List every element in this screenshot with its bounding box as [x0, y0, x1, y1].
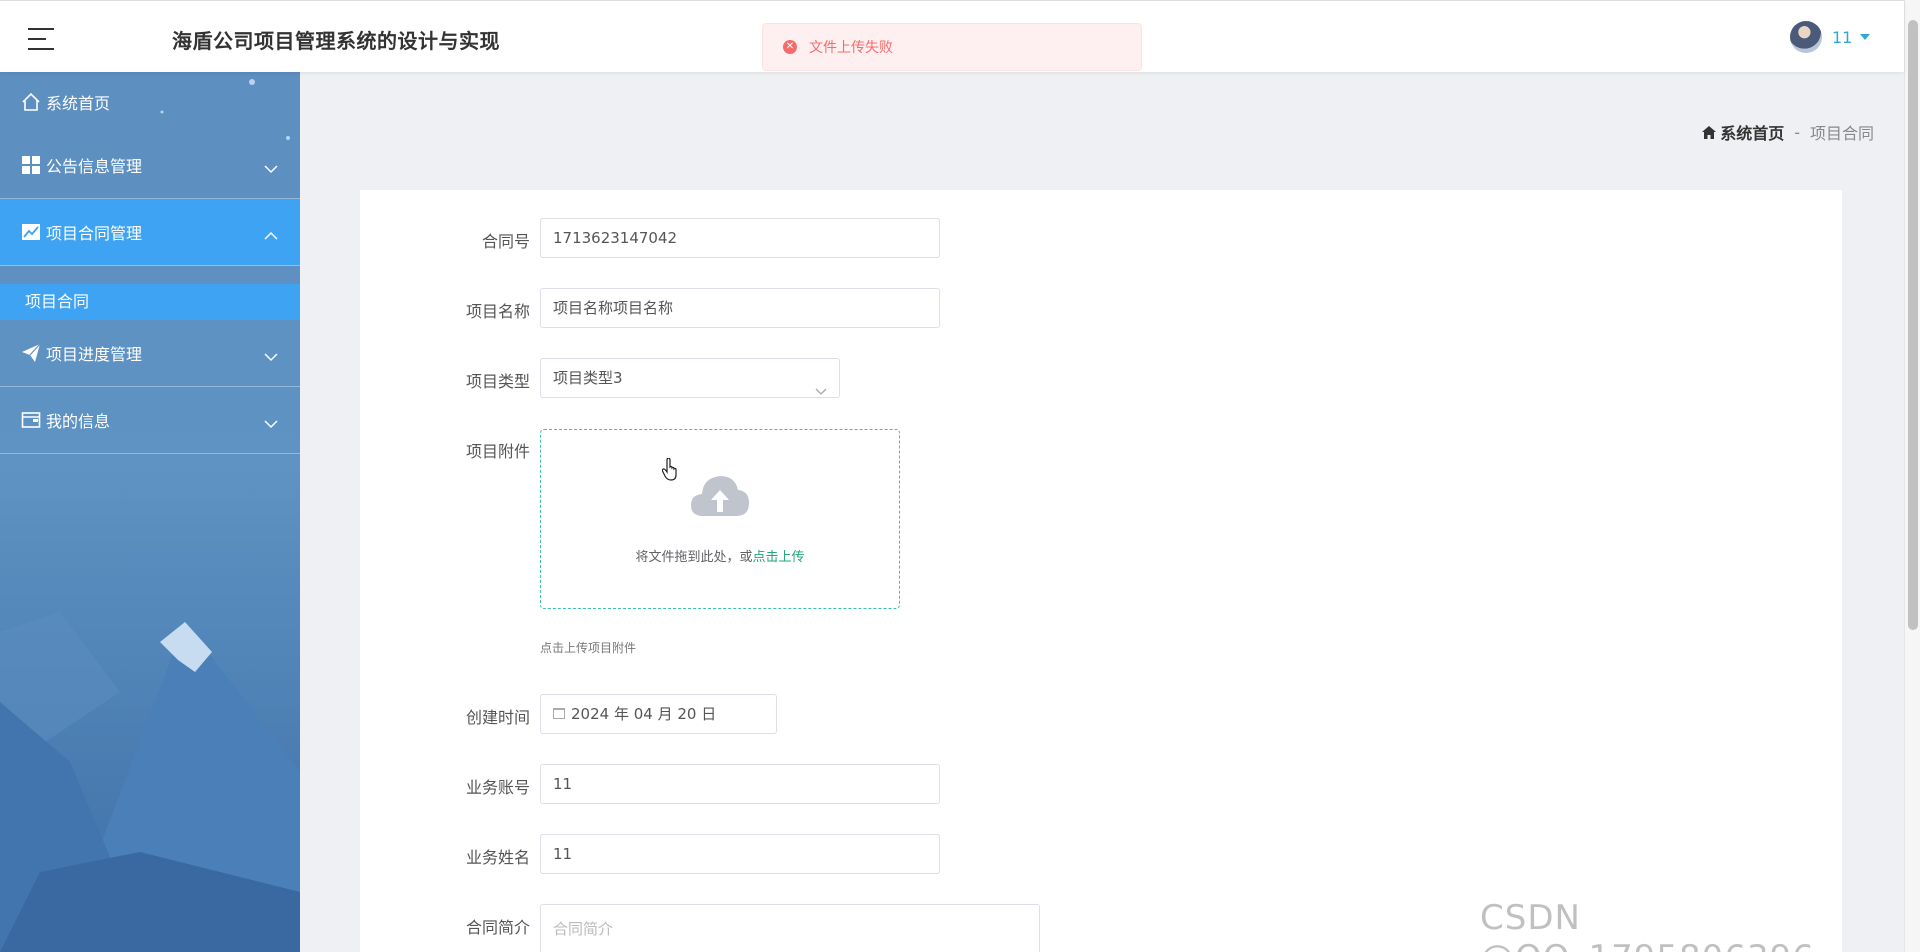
sidebar-item-home[interactable]: 系统首页: [0, 72, 300, 132]
attachment-label: 项目附件: [465, 442, 530, 461]
scrollbar-thumb[interactable]: [1908, 20, 1918, 630]
chevron-down-icon: [815, 372, 827, 410]
breadcrumb-separator: -: [1794, 122, 1800, 142]
chevron-down-icon: [264, 414, 278, 433]
home-icon: [20, 91, 42, 113]
sidebar: 系统首页 公告信息管理 项目合同管理 项目合同 项目进度管理 我的信息: [0, 72, 300, 952]
created-at-value: 2024 年 04 月 20 日: [571, 705, 717, 723]
vertical-scrollbar[interactable]: [1904, 0, 1920, 952]
sidebar-item-label: 项目进度管理: [46, 345, 143, 364]
toast-message: 文件上传失败: [809, 40, 893, 56]
upload-dropzone[interactable]: 将文件拖到此处，或点击上传: [540, 429, 900, 609]
wallet-icon: [20, 409, 42, 431]
upload-tip: 点击上传项目附件: [540, 641, 637, 655]
created-at-date-input[interactable]: 2024 年 04 月 20 日: [540, 694, 777, 734]
sidebar-item-label: 系统首页: [46, 94, 111, 113]
name-input[interactable]: 11: [540, 834, 940, 874]
user-name: 11: [1832, 27, 1853, 47]
project-name-input[interactable]: 项目名称项目名称: [540, 288, 940, 328]
project-type-select[interactable]: 项目类型3: [540, 358, 840, 398]
upload-click-link[interactable]: 点击上传: [753, 550, 805, 565]
upload-drop-text: 将文件拖到此处，或: [635, 550, 753, 565]
account-input[interactable]: 11: [540, 764, 940, 804]
calendar-icon: [553, 708, 565, 719]
avatar: [1790, 21, 1822, 53]
sidebar-item-label: 项目合同管理: [46, 224, 143, 243]
project-name-label: 项目名称: [465, 302, 530, 321]
breadcrumb-current: 项目合同: [1809, 124, 1874, 143]
name-label: 业务姓名: [465, 848, 530, 867]
sidebar-item-contracts[interactable]: 项目合同管理: [0, 199, 300, 266]
sidebar-item-label: 公告信息管理: [46, 157, 143, 176]
cloud-upload-icon: [691, 476, 749, 516]
contract-no-label: 合同号: [481, 232, 530, 251]
project-type-value: 项目类型3: [553, 369, 623, 387]
sidebar-item-notices[interactable]: 公告信息管理: [0, 132, 300, 199]
watermark: CSDN @QQ_1795806396: [1480, 898, 1814, 952]
top-header: 海盾公司项目管理系统的设计与实现 ✕ 文件上传失败 11: [0, 0, 1904, 72]
grid-icon: [20, 154, 42, 176]
menu-toggle-icon[interactable]: [28, 28, 54, 50]
account-label: 业务账号: [465, 778, 530, 797]
intro-textarea[interactable]: 合同简介: [540, 904, 1040, 952]
sidebar-item-my-info[interactable]: 我的信息: [0, 387, 300, 454]
project-type-label: 项目类型: [465, 372, 530, 391]
error-toast: ✕ 文件上传失败: [762, 23, 1142, 71]
intro-label: 合同简介: [465, 918, 530, 937]
sidebar-subitem-contract[interactable]: 项目合同: [0, 284, 300, 320]
home-icon: [1702, 125, 1717, 139]
caret-down-icon: [1860, 34, 1871, 40]
chart-icon: [20, 221, 42, 243]
breadcrumb: 系统首页 - 项目合同: [1702, 120, 1874, 144]
error-icon: ✕: [783, 40, 797, 54]
paper-plane-icon: [20, 342, 42, 364]
sidebar-item-progress[interactable]: 项目进度管理: [0, 320, 300, 387]
created-at-label: 创建时间: [465, 708, 530, 727]
user-menu[interactable]: 11: [1790, 21, 1871, 53]
chevron-up-icon: [264, 226, 278, 245]
chevron-down-icon: [264, 159, 278, 178]
chevron-down-icon: [264, 347, 278, 366]
breadcrumb-home-label: 系统首页: [1720, 124, 1785, 143]
contract-no-input[interactable]: 1713623147042: [540, 218, 940, 258]
sidebar-item-label: 我的信息: [46, 412, 111, 431]
hand-cursor-icon: [662, 458, 677, 481]
app-title: 海盾公司项目管理系统的设计与实现: [172, 29, 500, 53]
upload-text: 将文件拖到此处，或点击上传: [541, 546, 899, 565]
breadcrumb-home[interactable]: 系统首页: [1702, 120, 1784, 144]
